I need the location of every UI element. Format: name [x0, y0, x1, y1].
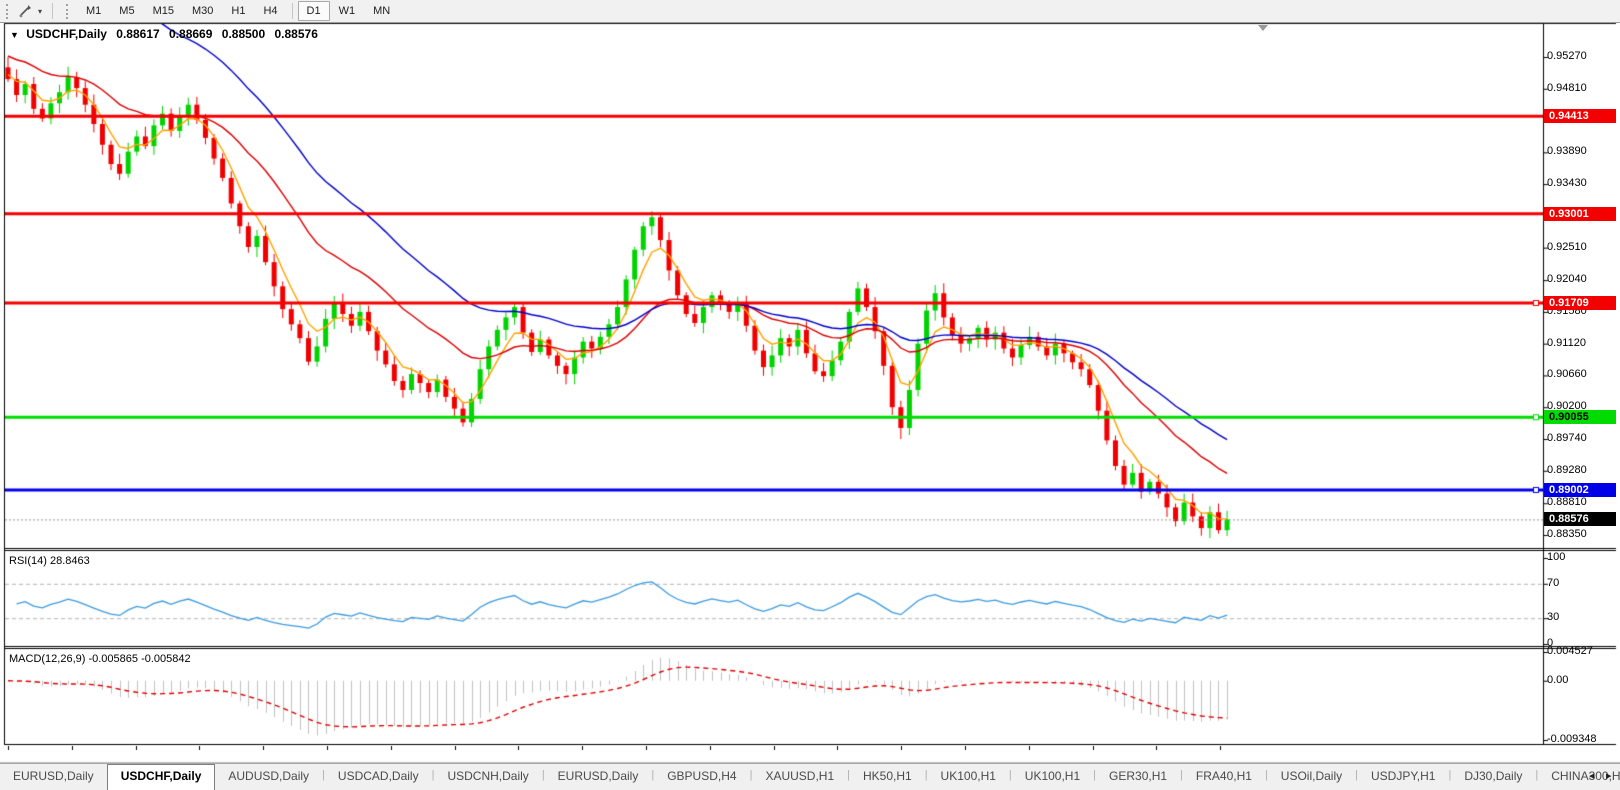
symbol-tab-uk100-h1[interactable]: UK100,H1 [1012, 764, 1093, 790]
macd-tick-label: -0.009348 [1547, 733, 1597, 745]
timeframe-button-mn[interactable]: MN [364, 1, 399, 21]
macd-tick-label: 0.00 [1547, 674, 1568, 686]
symbol-tab-usoil-daily[interactable]: USOil,Daily [1268, 764, 1355, 790]
chart-shift-marker[interactable] [1258, 25, 1268, 31]
timeframe-button-h4[interactable]: H4 [254, 1, 286, 21]
price-tick-label: 0.95270 [1547, 50, 1587, 62]
rsi-tick-label: 70 [1547, 577, 1559, 589]
chart-canvas[interactable] [0, 0, 1620, 763]
price-level-chip[interactable]: 0.94413 [1544, 109, 1616, 123]
chevron-down-icon[interactable]: ▾ [35, 7, 45, 16]
toolbar-separator [52, 3, 53, 19]
symbol-tab-fra40-h1[interactable]: FRA40,H1 [1183, 764, 1265, 790]
rsi-tick-label: 100 [1547, 551, 1565, 563]
price-tick-label: 0.92040 [1547, 273, 1587, 285]
timeframe-button-m30[interactable]: M30 [183, 1, 222, 21]
symbol-tab-xauusd-h1[interactable]: XAUUSD,H1 [752, 764, 847, 790]
tab-scroll-right-icon[interactable]: ▸ [1606, 769, 1612, 782]
price-level-chip[interactable]: 0.93001 [1544, 207, 1616, 221]
tab-scroll-left-icon[interactable]: ◂ [1589, 769, 1595, 782]
symbol-tab-eurusd-daily[interactable]: EURUSD,Daily [545, 764, 652, 790]
symbol-period-label: USDCHF,Daily [26, 27, 107, 41]
price-tick-label: 0.89280 [1547, 464, 1587, 476]
price-level-chip[interactable]: 0.91709 [1544, 296, 1616, 310]
rsi-tick-label: 30 [1547, 611, 1559, 623]
symbol-tabbar: EURUSD,DailyUSDCHF,DailyAUDUSD,Daily|USD… [0, 763, 1620, 790]
symbol-tab-hk50-h1[interactable]: HK50,H1 [850, 764, 925, 790]
price-tick-label: 0.93430 [1547, 177, 1587, 189]
price-tick-label: 0.88810 [1547, 496, 1587, 508]
toolbar-drag-handle-2[interactable] [66, 4, 71, 19]
symbol-tab-usdcad-daily[interactable]: USDCAD,Daily [325, 764, 432, 790]
macd-indicator-label: MACD(12,26,9) -0.005865 -0.005842 [9, 653, 191, 665]
toolbar-drag-handle[interactable] [6, 4, 11, 19]
symbol-tab-usdcnh-daily[interactable]: USDCNH,Daily [434, 764, 541, 790]
symbol-tab-usdjpy-h1[interactable]: USDJPY,H1 [1358, 764, 1448, 790]
price-level-chip[interactable]: 0.90055 [1544, 410, 1616, 424]
timeframes-toolbar: ▾ M1M5M15M30H1H4 D1W1MN [0, 0, 1620, 23]
crosshair-tool-icon[interactable] [17, 3, 33, 19]
symbol-tab-gbpusd-h4[interactable]: GBPUSD,H4 [654, 764, 749, 790]
chart-ohlc-header: ▼ USDCHF,Daily 0.88617 0.88669 0.88500 0… [10, 27, 324, 41]
timeframe-buttons: M1M5M15M30H1H4 D1W1MN [77, 1, 399, 21]
current-price-chip: 0.88576 [1544, 512, 1616, 526]
macd-tick-label: 0.004527 [1547, 645, 1593, 657]
price-tick-label: 0.91120 [1547, 337, 1586, 349]
timeframe-button-m5[interactable]: M5 [110, 1, 143, 21]
open-value: 0.88617 [116, 27, 159, 41]
low-value: 0.88500 [222, 27, 265, 41]
close-value: 0.88576 [275, 27, 318, 41]
price-level-chip[interactable]: 0.89002 [1544, 483, 1616, 497]
rsi-indicator-label: RSI(14) 28.8463 [9, 555, 90, 567]
symbol-tab-usdchf-daily[interactable]: USDCHF,Daily [107, 764, 216, 790]
symbol-tab-eurusd-daily[interactable]: EURUSD,Daily [0, 764, 107, 790]
mt4-terminal: ▾ M1M5M15M30H1H4 D1W1MN ▼ USDCHF,Daily 0.… [0, 0, 1620, 790]
price-tick-label: 0.94810 [1547, 82, 1587, 94]
timeframe-button-m15[interactable]: M15 [144, 1, 183, 21]
symbol-tab-ger30-h1[interactable]: GER30,H1 [1096, 764, 1180, 790]
price-tick-label: 0.92510 [1547, 241, 1587, 253]
timeframe-button-w1[interactable]: W1 [330, 1, 365, 21]
timeframe-button-m1[interactable]: M1 [77, 1, 110, 21]
price-tick-label: 0.93890 [1547, 145, 1587, 157]
symbol-tab-dj30-daily[interactable]: DJ30,Daily [1451, 764, 1535, 790]
price-tick-label: 0.90660 [1547, 368, 1587, 380]
collapse-ohlc-icon[interactable]: ▼ [10, 30, 19, 40]
symbol-tab-uk100-h1[interactable]: UK100,H1 [928, 764, 1009, 790]
timeframe-button-d1[interactable]: D1 [298, 1, 330, 21]
price-tick-label: 0.88350 [1547, 528, 1587, 540]
high-value: 0.88669 [169, 27, 212, 41]
price-tick-label: 0.89740 [1547, 432, 1587, 444]
symbol-tab-audusd-daily[interactable]: AUDUSD,Daily [215, 764, 322, 790]
toolbar-separator [292, 3, 293, 19]
timeframe-button-h1[interactable]: H1 [222, 1, 254, 21]
